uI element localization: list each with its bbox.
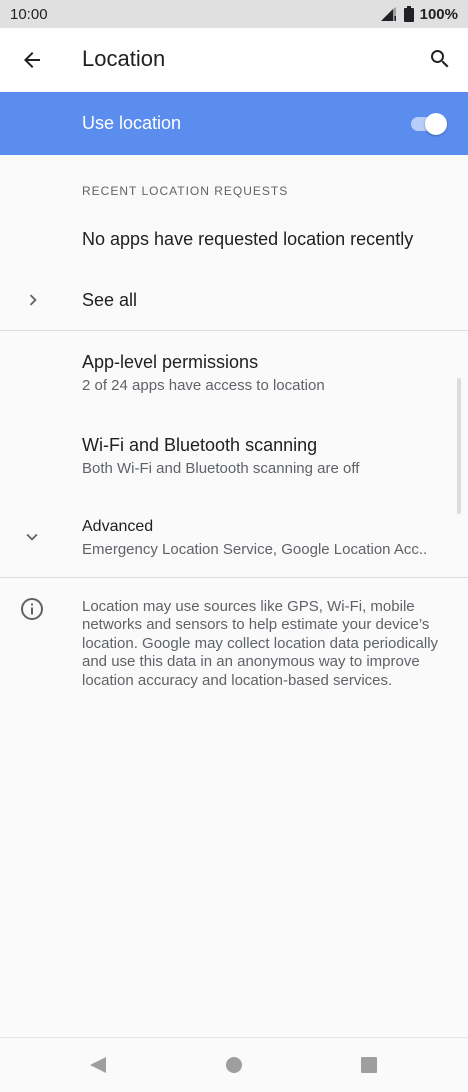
- status-icons: 100%: [380, 6, 458, 23]
- pref-title: Advanced: [82, 518, 154, 535]
- arrow-back-icon[interactable]: [20, 48, 44, 72]
- location-info-footer: Location may use sources like GPS, Wi-Fi…: [82, 598, 439, 689]
- use-location-switch-bar[interactable]: Use location: [0, 92, 468, 155]
- divider: [0, 330, 468, 331]
- no-recent-requests-message: No apps have requested location recently: [82, 229, 414, 249]
- nav-home-icon[interactable]: [225, 1056, 243, 1074]
- pref-wifi-bluetooth-scanning[interactable]: Wi-Fi and Bluetooth scanning Both Wi-Fi …: [0, 415, 455, 498]
- divider: [0, 577, 468, 578]
- battery-percentage: 100%: [419, 5, 458, 23]
- signal-icon: [380, 7, 396, 21]
- app-toolbar: Location: [0, 28, 468, 92]
- info-icon: [21, 598, 43, 620]
- pref-title: Wi-Fi and Bluetooth scanning: [82, 435, 318, 455]
- nav-recents-icon[interactable]: [360, 1056, 378, 1074]
- page-title: Location: [82, 46, 166, 71]
- scrollbar[interactable]: [457, 378, 461, 514]
- search-icon[interactable]: [428, 47, 452, 71]
- status-time: 10:00: [10, 5, 48, 23]
- toggle-thumb: [425, 113, 447, 135]
- pref-advanced[interactable]: Advanced Emergency Location Service, Goo…: [0, 512, 455, 576]
- use-location-label: Use location: [82, 113, 182, 133]
- pref-title: App-level permissions: [82, 352, 259, 372]
- pref-app-level-permissions[interactable]: App-level permissions 2 of 24 apps have …: [0, 332, 455, 415]
- recent-requests-header: RECENT LOCATION REQUESTS: [82, 184, 289, 198]
- see-all-row[interactable]: See all: [0, 272, 468, 330]
- use-location-toggle[interactable]: [409, 113, 447, 135]
- system-nav-bar: [0, 1037, 468, 1092]
- pref-summary: 2 of 24 apps have access to location: [82, 377, 325, 394]
- status-bar: 10:00 100%: [0, 0, 468, 28]
- pref-summary: Emergency Location Service, Google Locat…: [82, 541, 428, 558]
- nav-back-icon[interactable]: [88, 1055, 108, 1075]
- see-all-label: See all: [82, 290, 138, 310]
- chevron-down-icon: [26, 533, 38, 541]
- pref-summary: Both Wi-Fi and Bluetooth scanning are of…: [82, 460, 360, 477]
- chevron-right-icon: [29, 294, 37, 306]
- battery-icon: [403, 6, 414, 22]
